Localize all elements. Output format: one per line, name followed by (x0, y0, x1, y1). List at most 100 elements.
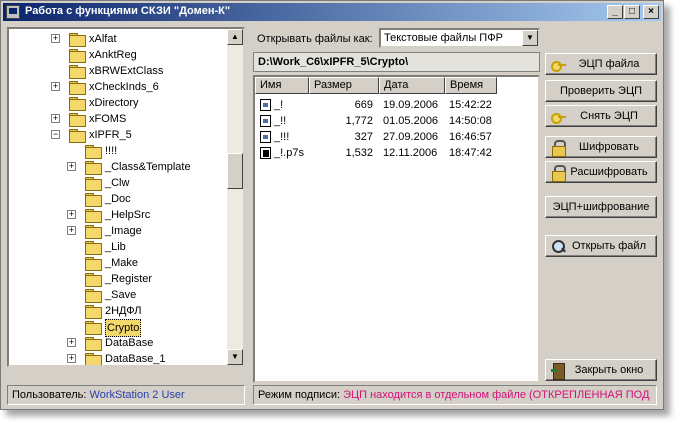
tree-item[interactable]: + xAlfat (9, 31, 229, 47)
folder-tree[interactable]: + xAlfat xAnktReg xBRWExtClass + xCheckInds_6… (7, 27, 245, 367)
column-header-time[interactable]: Время (445, 77, 497, 94)
tree-item[interactable]: + xFOMS (9, 111, 229, 127)
tree-item[interactable]: + DataBase_1 (9, 351, 229, 365)
tree-item[interactable]: + _Class&Template (9, 159, 229, 175)
folder-icon (85, 257, 102, 271)
folder-icon (85, 353, 102, 365)
user-value: WorkStation 2 User (89, 389, 185, 401)
pane-splitter[interactable] (248, 27, 252, 367)
close-window-button[interactable]: Закрыть окно (545, 359, 657, 381)
tree-item[interactable]: xDirectory (9, 95, 229, 111)
tree-item[interactable]: _Lib (9, 239, 229, 255)
tree-item[interactable]: − xIPFR_5 (9, 127, 229, 143)
tree-item[interactable]: + _Image (9, 223, 229, 239)
sign-file-label: ЭЦП файла (578, 58, 640, 70)
encrypt-button[interactable]: Шифровать (545, 136, 657, 158)
tree-item-label: DataBase (105, 337, 154, 349)
scroll-up-arrow-icon[interactable]: ▲ (227, 29, 243, 45)
file-cell-date: 01.05.2006 (383, 115, 439, 127)
tree-item[interactable]: !!!! (9, 143, 229, 159)
decrypt-button[interactable]: Расшифровать (545, 161, 657, 183)
tree-item-label: _Lib (105, 241, 126, 253)
chevron-down-icon[interactable]: ▼ (522, 30, 538, 46)
expand-plus-icon[interactable]: + (67, 210, 76, 219)
open-as-value: Текстовые файлы ПФР (384, 32, 503, 44)
sign-mode-label: Режим подписи: (258, 389, 341, 401)
tree-item[interactable]: + DataBase (9, 335, 229, 351)
status-sign-mode: Режим подписи: ЭЦП находится в отдельном… (253, 385, 657, 405)
file-icon (260, 131, 271, 143)
folder-icon (69, 65, 86, 79)
file-cell-date: 19.09.2006 (383, 99, 439, 111)
tree-item-label: xCheckInds_6 (89, 81, 159, 93)
expand-plus-icon[interactable]: + (67, 338, 76, 347)
user-label: Пользователь: (12, 389, 87, 401)
expand-plus-icon[interactable]: + (51, 34, 60, 43)
window-title: Работа с функциями СКЗИ "Домен-К" (25, 5, 231, 17)
file-cell-size: 1,772 (345, 115, 373, 127)
tree-item[interactable]: _Doc (9, 191, 229, 207)
expand-plus-icon[interactable]: + (67, 354, 76, 363)
open-file-label: Открыть файл (572, 240, 646, 252)
folder-icon (69, 49, 86, 63)
lock-icon (551, 165, 567, 182)
file-cell-name[interactable]: _!! (274, 113, 286, 129)
close-button[interactable]: × (643, 5, 659, 19)
tree-scrollbar[interactable]: ▲ ▼ (227, 29, 243, 365)
remove-sign-button[interactable]: Снять ЭЦП (545, 105, 657, 127)
expand-plus-icon[interactable]: + (67, 226, 76, 235)
tree-item[interactable]: 2НДФЛ (9, 303, 229, 319)
tree-item-label: _Image (105, 225, 142, 237)
signed-file-icon (260, 147, 271, 159)
sign-encrypt-button[interactable]: ЭЦП+шифрование (545, 196, 657, 218)
open-file-button[interactable]: Открыть файл (545, 235, 657, 257)
tree-item[interactable]: Crypto (9, 319, 229, 337)
tree-item[interactable]: xBRWExtClass (9, 63, 229, 79)
file-icon (260, 115, 271, 127)
verify-sign-button[interactable]: Проверить ЭЦП (545, 80, 657, 102)
tree-item[interactable]: _Register (9, 271, 229, 287)
sign-file-button[interactable]: ЭЦП файла (545, 53, 657, 75)
scroll-down-arrow-icon[interactable]: ▼ (227, 349, 243, 365)
column-header-date[interactable]: Дата (379, 77, 445, 94)
expand-plus-icon[interactable]: + (51, 114, 60, 123)
tree-item[interactable]: xAnktReg (9, 47, 229, 63)
remove-sign-label: Снять ЭЦП (580, 110, 638, 122)
folder-icon (69, 97, 86, 111)
scroll-thumb[interactable] (227, 153, 243, 189)
tree-item-label: _Save (105, 289, 137, 301)
column-header-size[interactable]: Размер (309, 77, 379, 94)
file-cell-name[interactable]: _! (274, 97, 283, 113)
file-cell-name[interactable]: _!.p7s (274, 145, 304, 161)
file-list[interactable]: Имя Размер Дата Время _! 669 19.09.2006 15:… (253, 75, 540, 383)
file-cell-date: 27.09.2006 (383, 131, 439, 143)
key-icon (551, 57, 567, 72)
minimize-button[interactable]: _ (607, 5, 623, 19)
column-header-name[interactable]: Имя (255, 77, 309, 94)
tree-item-label: xBRWExtClass (89, 65, 164, 77)
tree-item[interactable]: _Make (9, 255, 229, 271)
tree-item[interactable]: _Clw (9, 175, 229, 191)
status-user: Пользователь: WorkStation 2 User (7, 385, 245, 405)
collapse-minus-icon[interactable]: − (51, 130, 60, 139)
decrypt-label: Расшифровать (570, 166, 648, 178)
tree-item[interactable]: + xCheckInds_6 (9, 79, 229, 95)
folder-icon (85, 225, 102, 239)
main-window: Работа с функциями СКЗИ "Домен-К" _ □ × … (0, 0, 664, 410)
folder-icon (69, 113, 86, 127)
expand-plus-icon[interactable]: + (51, 82, 60, 91)
expand-plus-icon[interactable]: + (67, 162, 76, 171)
folder-icon (85, 145, 102, 159)
sign-encrypt-label: ЭЦП+шифрование (552, 201, 650, 213)
close-window-label: Закрыть окно (574, 364, 644, 376)
file-cell-name[interactable]: _!!! (274, 129, 289, 145)
open-as-select[interactable]: Текстовые файлы ПФР ▼ (379, 28, 540, 48)
title-bar[interactable]: Работа с функциями СКЗИ "Домен-К" _ □ × (3, 3, 661, 21)
tree-item[interactable]: + _HelpSrc (9, 207, 229, 223)
tree-item-label: _Class&Template (105, 161, 191, 173)
tree-item[interactable]: _Save (9, 287, 229, 303)
tree-item-label: xAnktReg (89, 49, 137, 61)
file-cell-size: 327 (354, 131, 373, 143)
maximize-button[interactable]: □ (624, 5, 640, 19)
folder-icon (85, 193, 102, 207)
